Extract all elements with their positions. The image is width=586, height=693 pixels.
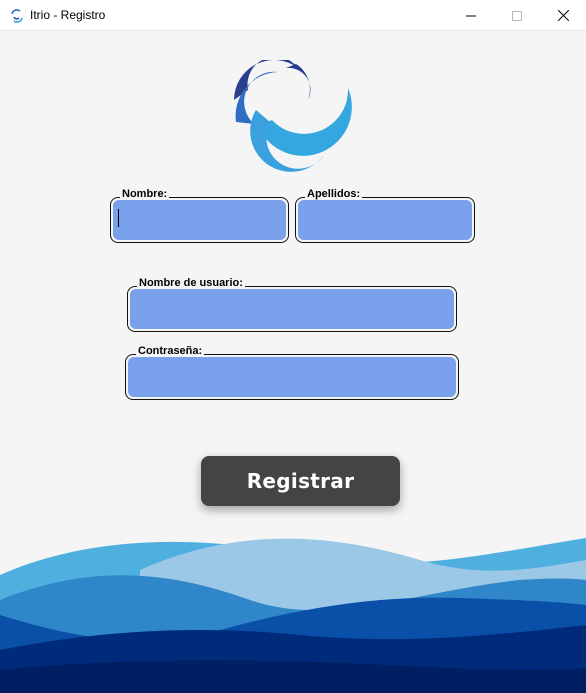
- maximize-icon: [512, 10, 522, 21]
- maximize-button[interactable]: [494, 0, 540, 31]
- window-titlebar: Itrio - Registro: [0, 0, 586, 31]
- contrasena-label: Contraseña:: [136, 345, 205, 357]
- text-caret: [118, 209, 119, 227]
- usuario-label: Nombre de usuario:: [137, 277, 245, 289]
- swirl-logo-icon: [234, 60, 352, 172]
- usuario-field-outline: [127, 286, 457, 332]
- contrasena-field-outline: [125, 354, 459, 400]
- close-icon: [557, 10, 569, 21]
- registrar-button[interactable]: Registrar: [201, 456, 400, 506]
- nombre-field-outline: [110, 197, 289, 243]
- window-title: Itrio - Registro: [30, 8, 106, 22]
- contrasena-input[interactable]: [128, 357, 456, 397]
- wave-decoration: [0, 538, 586, 693]
- minimize-button[interactable]: [448, 0, 494, 31]
- nombre-input[interactable]: [113, 200, 286, 240]
- minimize-icon: [466, 15, 476, 16]
- nombre-label: Nombre:: [120, 188, 170, 200]
- app-swirl-icon: [11, 9, 23, 23]
- close-button[interactable]: [540, 0, 586, 31]
- apellidos-label: Apellidos:: [305, 188, 363, 200]
- apellidos-field-outline: [295, 197, 475, 243]
- usuario-input[interactable]: [130, 289, 454, 329]
- apellidos-input[interactable]: [298, 200, 472, 240]
